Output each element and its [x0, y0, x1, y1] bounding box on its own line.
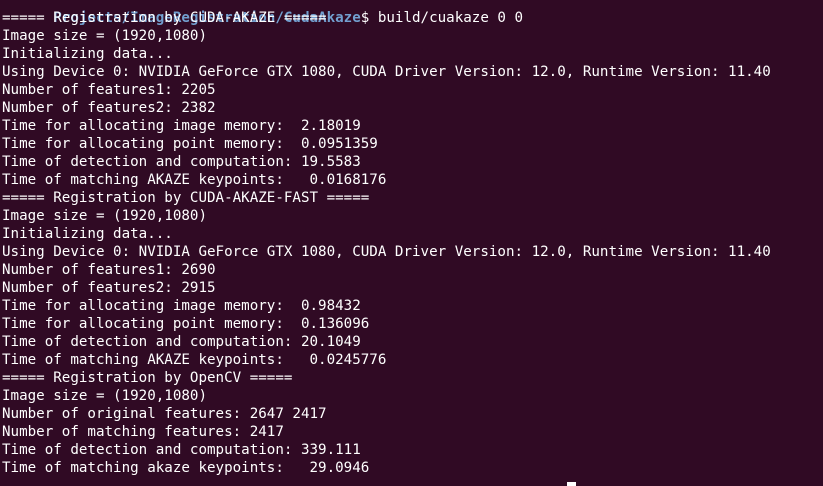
output-line: Number of original features: 2647 2417 — [2, 406, 327, 422]
output-line: ===== Registration by CUDA-AKAZE-FAST ==… — [2, 190, 370, 206]
output-line: Initializing data... — [2, 226, 173, 242]
output-line: Number of features1: 2690 — [2, 262, 216, 278]
output-line: Time for allocating image memory: 2.1801… — [2, 118, 361, 134]
output-line: Using Device 0: NVIDIA GeForce GTX 1080,… — [2, 64, 771, 80]
output-line: Time of matching AKAZE keypoints: 0.0245… — [2, 352, 387, 368]
terminal-window[interactable]: Projects/ImageRegistration/CudaAkaze$ bu… — [0, 0, 823, 486]
output-line: Time for allocating image memory: 0.9843… — [2, 298, 361, 314]
prompt-command: build/cuakaze 0 0 — [369, 10, 524, 26]
output-line: Number of matching features: 2417 — [2, 424, 284, 440]
output-line: Image size = (1920,1080) — [2, 208, 207, 224]
output-line: Initializing data... — [2, 46, 173, 62]
output-line: Time for allocating point memory: 0.0951… — [2, 136, 378, 152]
text-cursor — [567, 482, 576, 486]
output-line: Using Device 0: NVIDIA GeForce GTX 1080,… — [2, 244, 771, 260]
output-line: Number of features2: 2915 — [2, 280, 216, 296]
output-line: ===== Registration by OpenCV ===== — [2, 370, 293, 386]
terminal-output: Projects/ImageRegistration/CudaAkaze$ bu… — [2, 0, 823, 477]
output-line: Time of detection and computation: 339.1… — [2, 442, 361, 458]
output-line: Time of matching AKAZE keypoints: 0.0168… — [2, 172, 387, 188]
command-prompt-line: Projects/ImageRegistration/CudaAkaze$ bu… — [2, 0, 823, 26]
output-line: Number of features1: 2205 — [2, 82, 216, 98]
output-line: Time of detection and computation: 19.55… — [2, 154, 361, 170]
output-line: Time for allocating point memory: 0.1360… — [2, 316, 370, 332]
output-line: Number of features2: 2382 — [2, 100, 216, 116]
output-lines: ===== Registration by CUDA-AKAZE ===== Im… — [2, 9, 823, 477]
output-line: Image size = (1920,1080) — [2, 28, 207, 44]
prompt-symbol: $ — [360, 10, 370, 26]
output-line: Time of matching akaze keypoints: 29.094… — [2, 460, 370, 476]
output-line: Time of detection and computation: 20.10… — [2, 334, 361, 350]
output-line: Image size = (1920,1080) — [2, 388, 207, 404]
